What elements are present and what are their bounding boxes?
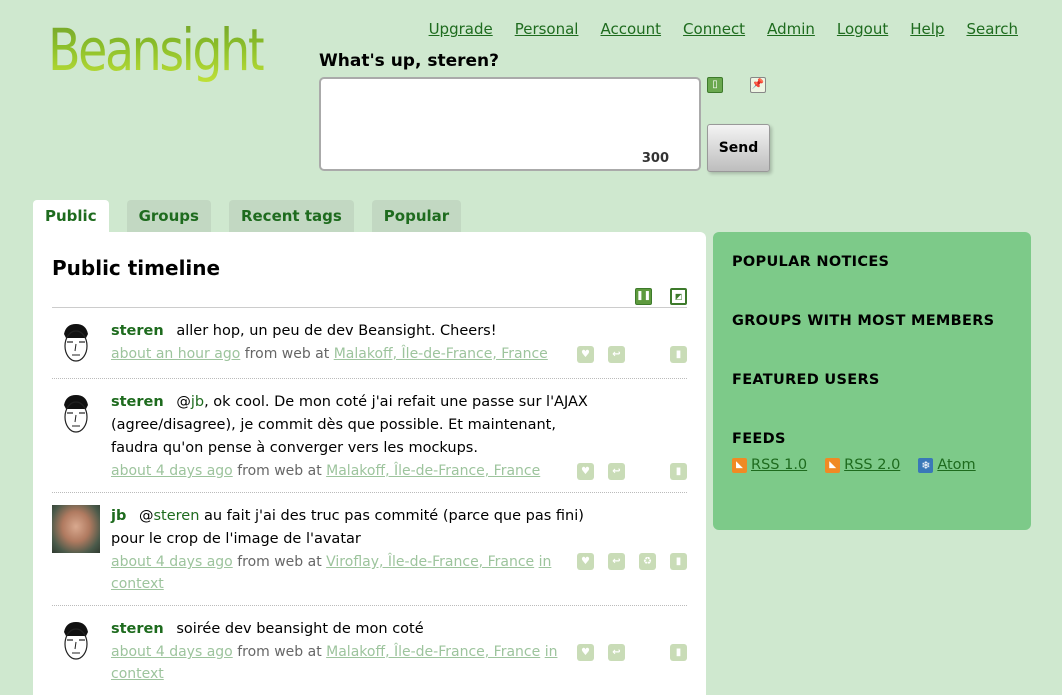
delete-icon[interactable]: ▮ <box>670 644 687 661</box>
repeat-icon[interactable]: ♻ <box>639 553 656 570</box>
feeds-list: ◣ RSS 1.0 ◣ RSS 2.0 ❄ Atom <box>732 457 1012 473</box>
empty-action-slot <box>639 644 656 661</box>
delete-icon[interactable]: ▮ <box>670 553 687 570</box>
favor-icon[interactable]: ♥ <box>577 463 594 480</box>
nav-upgrade[interactable]: Upgrade <box>429 20 493 38</box>
nav-connect[interactable]: Connect <box>683 20 745 38</box>
avatar[interactable] <box>52 391 100 439</box>
notice-prompt: What's up, steren? <box>319 51 499 71</box>
list-item: jb @steren au fait j'ai des truc pas com… <box>52 493 687 606</box>
attach-icon[interactable]: ▯ <box>707 77 723 93</box>
pause-icon[interactable]: ❚❚ <box>635 288 652 305</box>
tab-popular[interactable]: Popular <box>371 200 462 233</box>
feed-rss1-link[interactable]: RSS 1.0 <box>751 457 807 473</box>
timeline-controls: ❚❚ ◩ <box>52 288 687 308</box>
avatar[interactable] <box>52 320 100 368</box>
feed-rss2-link[interactable]: RSS 2.0 <box>844 457 900 473</box>
reply-icon[interactable]: ↩ <box>608 644 625 661</box>
nav-help[interactable]: Help <box>910 20 944 38</box>
timeline-tabs: Public Groups Recent tags Popular <box>33 200 462 233</box>
notice-source: from web at <box>237 644 322 660</box>
notice-text: soirée dev beansight de mon coté <box>176 621 424 637</box>
notice-textarea[interactable]: 300 <box>319 77 701 171</box>
notice-actions: ♥ ↩ ▮ <box>577 644 687 661</box>
groups-most-members-heading: GROUPS WITH MOST MEMBERS <box>732 313 995 329</box>
mention-link[interactable]: steren <box>153 508 199 524</box>
notice-actions: ♥ ↩ ▮ <box>577 346 687 363</box>
tab-recent-tags[interactable]: Recent tags <box>228 200 354 233</box>
notice-time-link[interactable]: about 4 days ago <box>111 463 233 479</box>
rss-icon: ◣ <box>732 457 747 473</box>
favor-icon[interactable]: ♥ <box>577 553 594 570</box>
author-name[interactable]: jb <box>111 508 126 524</box>
notice-location-link[interactable]: Viroflay, Île-de-France, France <box>326 554 534 570</box>
avatar[interactable] <box>52 505 100 553</box>
feed-atom-link[interactable]: Atom <box>937 457 975 473</box>
featured-users-heading: FEATURED USERS <box>732 372 880 388</box>
notice-location-link[interactable]: Malakoff, Île-de-France, France <box>326 644 540 660</box>
notice-time-link[interactable]: about 4 days ago <box>111 644 233 660</box>
delete-icon[interactable]: ▮ <box>670 346 687 363</box>
favor-icon[interactable]: ♥ <box>577 346 594 363</box>
site-logo[interactable]: Beansight <box>48 12 266 88</box>
mention-link[interactable]: jb <box>191 394 204 410</box>
atom-icon: ❄ <box>918 457 934 473</box>
nav-admin[interactable]: Admin <box>767 20 815 38</box>
feeds-heading: FEEDS <box>732 431 786 447</box>
notice-location-link[interactable]: Malakoff, Île-de-France, France <box>326 463 540 479</box>
nav-search[interactable]: Search <box>966 20 1018 38</box>
empty-action-slot <box>639 463 656 480</box>
author-name[interactable]: steren <box>111 621 164 637</box>
reply-icon[interactable]: ↩ <box>608 553 625 570</box>
delete-icon[interactable]: ▮ <box>670 463 687 480</box>
popout-icon[interactable]: ◩ <box>670 288 687 305</box>
notice-location-link[interactable]: Malakoff, Île-de-France, France <box>334 346 548 362</box>
notice-actions: ♥ ↩ ♻ ▮ <box>577 553 687 570</box>
timeline-panel: Public timeline ❚❚ ◩ steren aller hop, u… <box>33 232 706 695</box>
list-item: steren aller hop, un peu de dev Beansigh… <box>52 308 687 379</box>
notice-source: from web at <box>244 346 330 362</box>
rss-icon: ◣ <box>825 457 841 473</box>
notice-actions: ♥ ↩ ▮ <box>577 463 687 480</box>
nav-personal[interactable]: Personal <box>515 20 579 38</box>
notice-source: from web at <box>237 554 322 570</box>
popular-notices-heading: POPULAR NOTICES <box>732 254 890 270</box>
tab-public[interactable]: Public <box>33 200 109 233</box>
nav-account[interactable]: Account <box>600 20 661 38</box>
page-title: Public timeline <box>52 256 221 280</box>
notice-text: aller hop, un peu de dev Beansight. Chee… <box>176 323 497 339</box>
avatar[interactable] <box>52 618 100 666</box>
list-item: steren soirée dev beansight de mon coté … <box>52 606 687 695</box>
send-button[interactable]: Send <box>707 124 770 172</box>
notice-time-link[interactable]: about 4 days ago <box>111 554 233 570</box>
author-name[interactable]: steren <box>111 394 164 410</box>
notice-source: from web at <box>237 463 322 479</box>
list-item: steren @jb, ok cool. De mon coté j'ai re… <box>52 379 687 493</box>
empty-action-slot <box>639 346 656 363</box>
notice-time-link[interactable]: about an hour ago <box>111 346 240 362</box>
top-nav: Upgrade Personal Account Connect Admin L… <box>429 20 1018 38</box>
tab-groups[interactable]: Groups <box>126 200 211 233</box>
mention-prefix: @ <box>138 508 154 524</box>
author-name[interactable]: steren <box>111 323 164 339</box>
sidebar: POPULAR NOTICES GROUPS WITH MOST MEMBERS… <box>713 232 1031 530</box>
reply-icon[interactable]: ↩ <box>608 346 625 363</box>
nav-logout[interactable]: Logout <box>837 20 888 38</box>
character-counter: 300 <box>641 151 669 166</box>
location-pin-icon[interactable]: 📌 <box>750 77 766 93</box>
reply-icon[interactable]: ↩ <box>608 463 625 480</box>
mention-prefix: @ <box>176 394 191 410</box>
favor-icon[interactable]: ♥ <box>577 644 594 661</box>
